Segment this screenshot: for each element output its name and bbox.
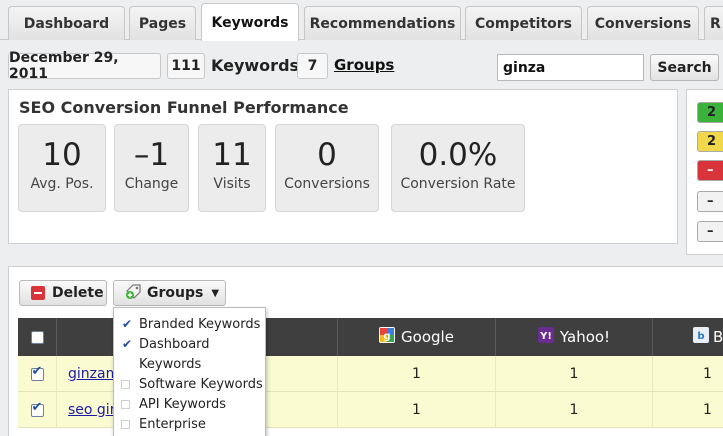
stat-value: 11 [212,137,252,173]
side-badge[interactable]: – [697,221,723,242]
search-input[interactable] [497,54,644,81]
svg-text:Y!: Y! [539,331,552,342]
tab-dashboard[interactable]: Dashboard [8,6,125,40]
yahoo-rank-cell: 1 [495,392,652,428]
keywords-label: Keywords [211,56,300,75]
groups-link[interactable]: Groups [334,56,394,74]
stat-label: Change [124,176,179,192]
keyword-link[interactable]: seo gir [68,402,115,418]
menu-item-api-keywords[interactable]: API Keywords [114,394,267,414]
bing-rank-cell: 1 [652,392,723,428]
menu-item-label: Software Keywords [139,376,263,392]
stat-change: –1 Change [114,124,189,212]
google-column-label: Google [401,328,454,346]
stat-value: –1 [133,137,170,173]
stat-label: Conversions [284,176,370,192]
tab-recommendations[interactable]: Recommendations [304,6,461,40]
side-summary-panel: 2 2 – – – [686,89,723,255]
google-icon: g [379,327,396,347]
funnel-panel: SEO Conversion Funnel Performance 10 Avg… [8,89,678,244]
stat-conversions: 0 Conversions [275,124,379,212]
chevron-down-icon: ▼ [211,287,220,299]
yahoo-rank-cell: 1 [495,356,652,392]
stat-value: 0.0% [418,137,498,173]
google-column-header[interactable]: g Google [337,318,495,356]
stat-visits: 11 Visits [198,124,266,212]
bing-icon: b [693,327,709,347]
row-checkbox[interactable] [30,400,44,417]
stat-label: Visits [213,176,251,192]
side-badge[interactable]: 2 [697,102,723,123]
row-select-cell [18,356,56,392]
yahoo-column-header[interactable]: Y! Yahoo! [495,318,652,356]
group-count: 7 [297,53,328,79]
tab-bar: Dashboard Pages Keywords Recommendations… [0,0,723,41]
menu-item-label: API Keywords [139,396,226,412]
date-display: December 29, 2011 [8,50,161,82]
unchecked-box-icon [121,379,130,389]
tag-add-icon [125,283,142,304]
menu-item-dashboard[interactable]: ✔ Dashboard [114,334,267,354]
stat-conversion-rate: 0.0% Conversion Rate [391,124,525,212]
delete-button[interactable]: Delete [19,280,107,306]
delete-button-label: Delete [52,285,104,301]
keyword-link[interactable]: ginzam [68,366,119,382]
svg-text:g: g [383,331,390,342]
google-rank-cell: 1 [337,356,495,392]
bing-column-header[interactable]: b B [652,318,723,356]
menu-item-label: Dashboard [139,336,210,352]
menu-item-branded-keywords[interactable]: ✔ Branded Keywords [114,314,267,334]
side-badge[interactable]: 2 [697,131,723,152]
tab-keywords[interactable]: Keywords [201,3,299,41]
menu-item-software-keywords[interactable]: Software Keywords [114,374,267,394]
funnel-title: SEO Conversion Funnel Performance [19,98,349,117]
yahoo-column-label: Yahoo! [559,328,611,346]
select-all-checkbox[interactable] [30,330,44,344]
groups-dropdown-button[interactable]: Groups ▼ [113,280,226,306]
tab-conversions[interactable]: Conversions [587,6,699,40]
unchecked-box-icon [121,399,130,409]
bing-rank-cell: 1 [652,356,723,392]
menu-item-label: Keywords [139,356,202,372]
stat-label: Conversion Rate [400,176,516,192]
row-select-cell [18,392,56,428]
menu-item-label: Branded Keywords [139,316,261,332]
stat-label: Avg. Pos. [30,176,94,192]
checkmark-icon: ✔ [122,337,133,351]
tab-overflow[interactable]: R [704,6,723,40]
tab-competitors[interactable]: Competitors [465,6,582,40]
select-all-cell [18,318,56,356]
tab-pages[interactable]: Pages [129,6,196,40]
yahoo-icon: Y! [537,327,554,347]
checkmark-icon: ✔ [122,317,133,331]
search-button[interactable]: Search [650,54,719,81]
side-badge[interactable]: – [697,191,723,212]
menu-item-label: Enterprise [139,416,206,432]
bing-column-label: B [713,328,723,346]
groups-dropdown-menu: ✔ Branded Keywords ✔ Dashboard Keywords … [113,307,266,436]
row-checkbox[interactable] [30,364,44,381]
svg-text:b: b [697,331,704,342]
side-badge[interactable]: – [697,160,723,181]
menu-item-dashboard-continued[interactable]: Keywords [114,354,267,374]
unchecked-box-icon [121,419,130,429]
stat-value: 0 [317,137,337,173]
keyword-count: 111 [167,53,205,79]
stat-avg-pos: 10 Avg. Pos. [18,124,106,212]
delete-icon [31,286,45,300]
groups-button-label: Groups [147,285,204,301]
menu-item-enterprise[interactable]: Enterprise [114,414,267,434]
google-rank-cell: 1 [337,392,495,428]
stat-value: 10 [42,137,82,173]
